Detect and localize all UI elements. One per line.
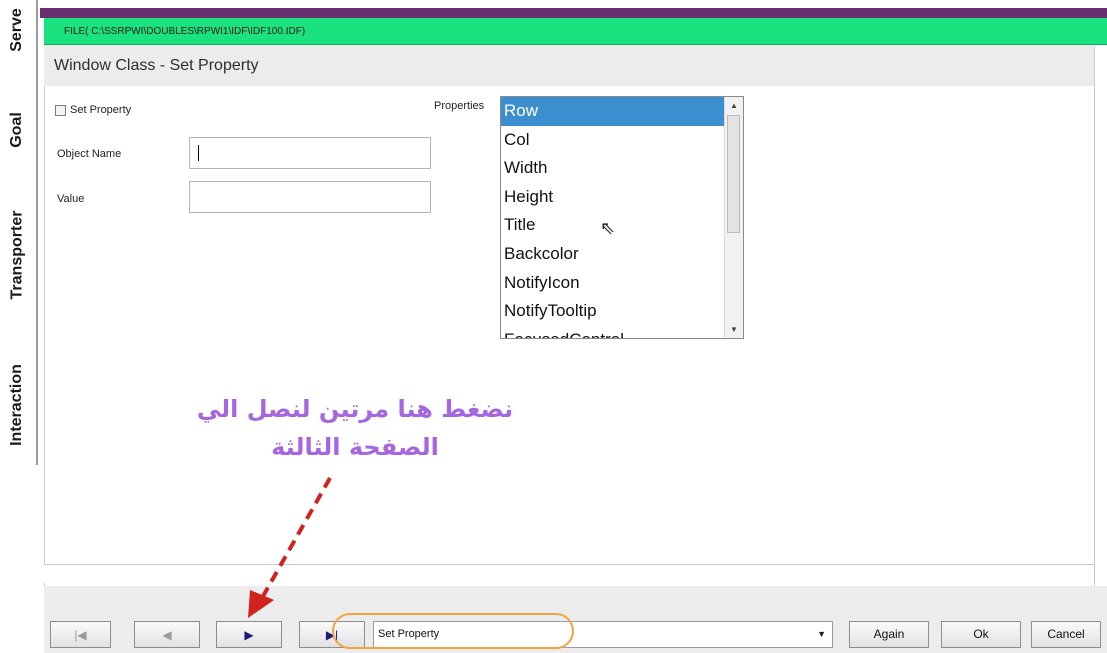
value-label: Value — [57, 193, 85, 205]
property-item[interactable]: NotifyTooltip — [501, 297, 743, 326]
property-item[interactable]: Height — [501, 183, 743, 212]
bottom-toolbar: |◀ ◀ ▶ ▶| Set Property ▼ Again Ok Cancel — [44, 598, 1107, 653]
value-field[interactable] — [189, 181, 431, 213]
tab-interaction-label: Interaction — [8, 364, 26, 446]
listbox-scrollbar[interactable]: ▲ ▼ — [724, 97, 743, 338]
annotation-line-1: نضغط هنا مرتين لنصل الي — [196, 395, 514, 423]
file-path-bar: FILE( C:\SSRPWI\DOUBLES\RPWI1\IDF\IDF100… — [44, 18, 1107, 45]
tab-interaction[interactable]: Interaction — [0, 340, 34, 470]
side-tabs: Serve Goal Transporter Interaction — [0, 0, 40, 653]
cancel-button[interactable]: Cancel — [1031, 621, 1101, 648]
set-property-label: Set Property — [70, 104, 132, 116]
text-caret — [198, 145, 199, 161]
next-page-icon: ▶ — [244, 627, 254, 642]
first-page-button[interactable]: |◀ — [50, 621, 111, 648]
tab-serve[interactable]: Serve — [0, 0, 34, 60]
window-title: Window Class - Set Property — [44, 46, 1094, 86]
set-property-checkbox[interactable] — [55, 104, 66, 116]
property-window: FILE( C:\SSRPWI\DOUBLES\RPWI1\IDF\IDF100… — [44, 18, 1107, 653]
form-area: Set Property Object Name Value Propertie… — [44, 86, 1095, 586]
mouse-cursor-icon: ⇖ — [600, 218, 616, 238]
highlight-oval — [332, 613, 574, 649]
tab-goal[interactable]: Goal — [0, 95, 34, 165]
top-bar — [40, 8, 1107, 18]
property-item[interactable]: Width — [501, 154, 743, 183]
properties-listbox[interactable]: Row Col Width Height Title Backcolor NotifyIco… — [500, 96, 744, 339]
object-name-field[interactable] — [189, 137, 431, 169]
vertical-scrollbar[interactable] — [1094, 46, 1107, 586]
property-item[interactable]: NotifyIcon — [501, 269, 743, 298]
ok-button[interactable]: Ok — [941, 621, 1021, 648]
again-button[interactable]: Again — [849, 621, 929, 648]
scroll-down-arrow-icon[interactable]: ▼ — [730, 325, 738, 334]
property-item[interactable]: Backcolor — [501, 240, 743, 269]
property-item[interactable]: Col — [501, 126, 743, 155]
property-item[interactable]: Title — [501, 211, 743, 240]
property-item[interactable]: FocusedControl — [501, 326, 743, 338]
previous-page-button[interactable]: ◀ — [134, 621, 200, 648]
properties-list: Row Col Width Height Title Backcolor NotifyIco… — [501, 97, 743, 338]
tab-goal-label: Goal — [8, 112, 25, 148]
chevron-down-icon[interactable]: ▼ — [817, 622, 826, 647]
tab-transporter[interactable]: Transporter — [0, 190, 34, 320]
properties-label: Properties — [434, 100, 485, 112]
tab-transporter-label: Transporter — [8, 210, 26, 300]
scroll-up-arrow-icon[interactable]: ▲ — [730, 101, 738, 110]
set-property-row: Set Property — [55, 104, 131, 116]
listbox-scroll-thumb[interactable] — [727, 115, 740, 233]
annotation-line-2: الصفحة الثالثة — [271, 433, 439, 461]
horizontal-scrollbar[interactable] — [44, 564, 1094, 583]
tab-serve-label: Serve — [8, 8, 25, 52]
next-page-button[interactable]: ▶ — [216, 621, 282, 648]
object-name-label: Object Name — [57, 148, 122, 160]
property-item[interactable]: Row — [501, 97, 743, 126]
annotation-text: نضغط هنا مرتين لنصل الي الصفحة الثالثة — [160, 390, 550, 466]
first-page-icon: |◀ — [74, 627, 87, 642]
side-tabs-frame — [36, 0, 38, 465]
top-strip — [0, 0, 1107, 18]
previous-page-icon: ◀ — [162, 627, 172, 642]
